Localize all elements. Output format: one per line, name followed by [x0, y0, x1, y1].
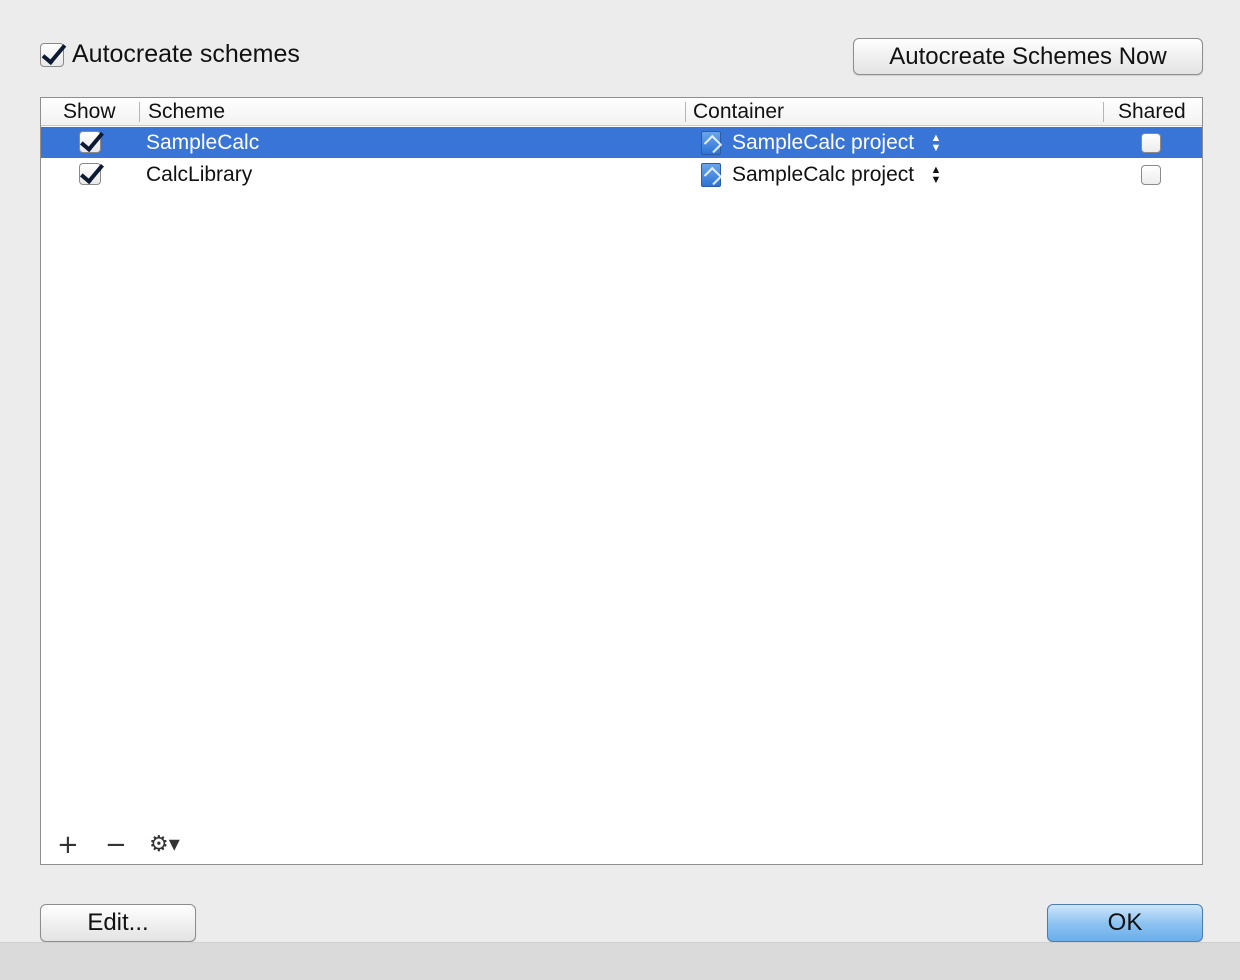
gear-icon[interactable]: ⚙▾ — [149, 832, 180, 858]
container-popup[interactable]: SampleCalc project — [732, 127, 914, 158]
column-divider[interactable] — [685, 102, 686, 122]
show-checkbox[interactable] — [79, 131, 101, 153]
autocreate-schemes-now-button[interactable]: Autocreate Schemes Now — [853, 38, 1203, 75]
shared-checkbox[interactable] — [1141, 165, 1161, 185]
remove-scheme-button[interactable]: − — [105, 832, 127, 858]
shared-checkbox[interactable] — [1141, 133, 1161, 153]
table-action-bar: + − ⚙▾ — [41, 828, 1202, 864]
checkbox-checked-icon[interactable] — [40, 42, 64, 67]
table-row[interactable]: CalcLibrary SampleCalc project ▲ ▼ — [41, 159, 1202, 190]
autocreate-schemes-label: Autocreate schemes — [72, 40, 300, 68]
window-footer — [0, 942, 1240, 980]
autocreate-schemes-checkbox[interactable]: Autocreate schemes — [40, 40, 300, 69]
schemes-table: Show Scheme Container Shared SampleCalc … — [40, 97, 1203, 865]
edit-button[interactable]: Edit... — [40, 904, 196, 942]
column-divider[interactable] — [1103, 102, 1104, 122]
popup-arrows-icon[interactable]: ▲ ▼ — [929, 159, 943, 190]
column-header-container[interactable]: Container — [693, 100, 784, 124]
show-checkbox[interactable] — [79, 163, 101, 185]
column-header-show[interactable]: Show — [63, 100, 116, 124]
scheme-name: CalcLibrary — [146, 163, 253, 186]
container-popup[interactable]: SampleCalc project — [732, 159, 914, 190]
table-row[interactable]: SampleCalc SampleCalc project ▲ ▼ — [41, 127, 1202, 158]
ok-button[interactable]: OK — [1047, 904, 1203, 942]
project-icon — [701, 163, 721, 187]
column-header-shared[interactable]: Shared — [1118, 100, 1186, 124]
table-header: Show Scheme Container Shared — [41, 98, 1202, 126]
column-divider[interactable] — [139, 102, 140, 122]
add-scheme-button[interactable]: + — [57, 832, 79, 858]
column-header-scheme[interactable]: Scheme — [148, 100, 225, 124]
popup-arrows-icon[interactable]: ▲ ▼ — [929, 127, 943, 158]
manage-schemes-sheet: Autocreate schemes Autocreate Schemes No… — [0, 0, 1240, 942]
scheme-name: SampleCalc — [146, 131, 260, 154]
project-icon — [701, 131, 721, 155]
